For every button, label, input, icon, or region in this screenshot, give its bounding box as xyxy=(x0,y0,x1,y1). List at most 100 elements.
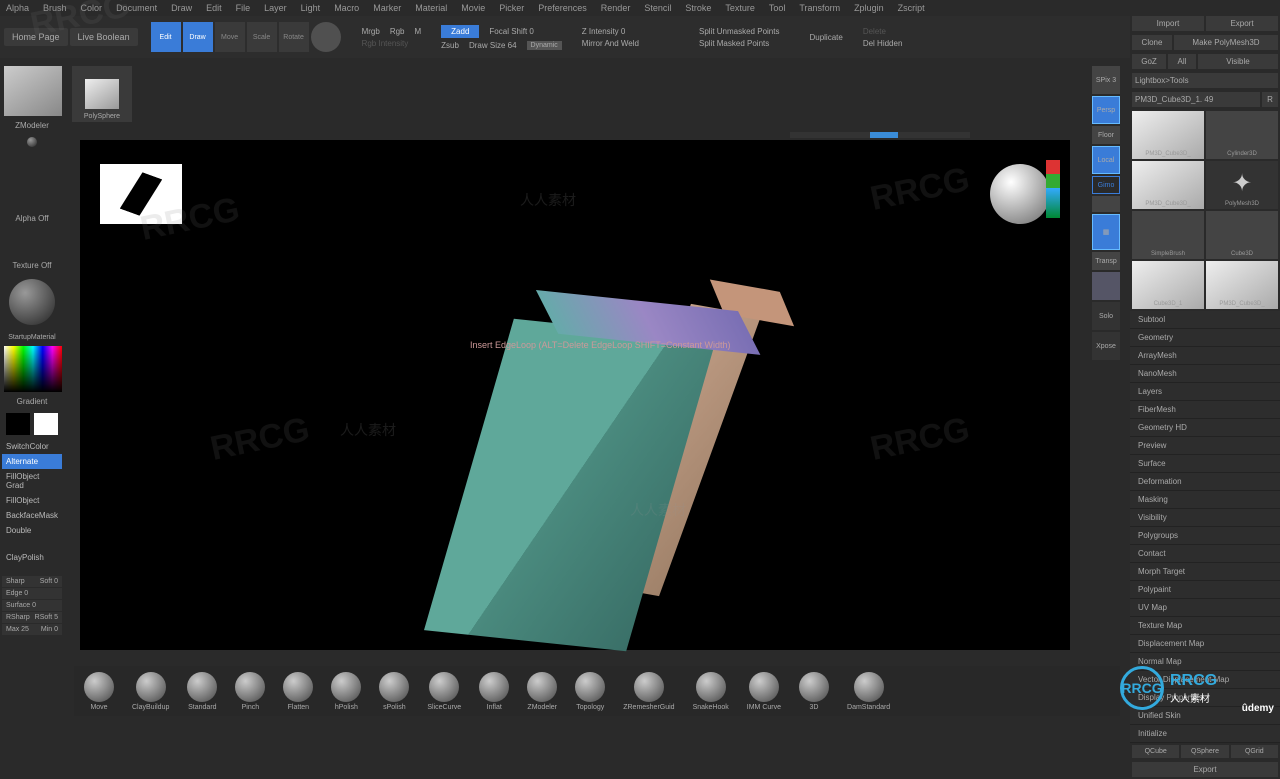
alternate-button[interactable]: Alternate xyxy=(2,454,62,469)
subtool-name[interactable]: PM3D_Cube3D_1. 49 xyxy=(1132,92,1260,107)
brush-topology[interactable]: Topology xyxy=(575,672,605,711)
swatch-black[interactable] xyxy=(6,413,30,435)
panel-subtool[interactable]: Subtool xyxy=(1130,311,1280,329)
home-page-button[interactable]: Home Page xyxy=(4,28,68,46)
floor-button[interactable]: Floor xyxy=(1092,126,1120,144)
left-slider[interactable]: Surface 0 xyxy=(2,600,62,611)
claypolish-button[interactable]: ClayPolish xyxy=(2,550,62,565)
left-slider[interactable]: Edge 0 xyxy=(2,588,62,599)
zadd-button[interactable]: Zadd xyxy=(441,25,479,38)
draw-mode-button[interactable]: Draw xyxy=(183,22,213,52)
qsphere-button[interactable]: QSphere xyxy=(1181,745,1228,758)
panel-polypaint[interactable]: Polypaint xyxy=(1130,581,1280,599)
left-slider[interactable]: Max 25Min 0 xyxy=(2,624,62,635)
menu-preferences[interactable]: Preferences xyxy=(538,3,587,13)
panel-surface[interactable]: Surface xyxy=(1130,455,1280,473)
canvas-slider[interactable] xyxy=(790,132,970,138)
brush-damstandard[interactable]: DamStandard xyxy=(847,672,890,711)
m-button[interactable]: M xyxy=(415,27,422,36)
tool-thumb[interactable]: PolyMesh3D xyxy=(1206,161,1278,209)
menu-document[interactable]: Document xyxy=(116,3,157,13)
texture-off-button[interactable]: Texture Off xyxy=(2,258,62,273)
r-button[interactable]: R xyxy=(1262,92,1278,107)
panel-preview[interactable]: Preview xyxy=(1130,437,1280,455)
menu-alpha[interactable]: Alpha xyxy=(6,3,29,13)
panel-fibermesh[interactable]: FiberMesh xyxy=(1130,401,1280,419)
panel-texture-map[interactable]: Texture Map xyxy=(1130,617,1280,635)
scale-mode-button[interactable]: Scale xyxy=(247,22,277,52)
axes-gizmo[interactable] xyxy=(1046,160,1060,220)
menu-movie[interactable]: Movie xyxy=(461,3,485,13)
tool-thumb[interactable]: Cube3D_1 xyxy=(1132,261,1204,309)
panel-initialize[interactable]: Initialize xyxy=(1130,725,1280,743)
transp-button[interactable]: Transp xyxy=(1092,252,1120,270)
rotate-mode-button[interactable]: Rotate xyxy=(279,22,309,52)
brush-claybuildup[interactable]: ClayBuildup xyxy=(132,672,169,711)
import-button[interactable]: Import xyxy=(1132,16,1204,31)
local-button[interactable]: Local xyxy=(1092,146,1120,174)
qgrid-button[interactable]: QGrid xyxy=(1231,745,1278,758)
export2-button[interactable]: Export xyxy=(1132,762,1278,777)
view-sphere[interactable] xyxy=(990,164,1050,224)
brush-inflat[interactable]: Inflat xyxy=(479,672,509,711)
viewport[interactable]: Insert EdgeLoop (ALT=Delete EdgeLoop SHI… xyxy=(80,140,1070,650)
tool-thumb[interactable]: Cylinder3D xyxy=(1206,111,1278,159)
gradient-label[interactable]: Gradient xyxy=(2,394,62,409)
focal-shift-slider[interactable]: Focal Shift 0 xyxy=(489,27,533,36)
menu-zplugin[interactable]: Zplugin xyxy=(854,3,884,13)
menu-color[interactable]: Color xyxy=(81,3,103,13)
tool-thumb[interactable]: PM3D_Cube3D_ xyxy=(1132,111,1204,159)
ghost-button[interactable] xyxy=(1092,272,1120,300)
rgb-button[interactable]: Rgb xyxy=(390,27,405,36)
panel-visibility[interactable]: Visibility xyxy=(1130,509,1280,527)
polysphere-thumb[interactable]: PolySphere xyxy=(72,66,132,122)
menu-stroke[interactable]: Stroke xyxy=(685,3,711,13)
zsub-button[interactable]: Zsub xyxy=(441,41,459,50)
menu-brush[interactable]: Brush xyxy=(43,3,67,13)
menu-file[interactable]: File xyxy=(236,3,251,13)
brush-spolish[interactable]: sPolish xyxy=(379,672,409,711)
material-sphere[interactable] xyxy=(9,279,55,325)
tool-thumb[interactable]: PM3D_Cube3D_ xyxy=(1206,261,1278,309)
qcube-button[interactable]: QCube xyxy=(1132,745,1179,758)
brush-move[interactable]: Move xyxy=(84,672,114,711)
tool-thumb[interactable]: SimpleBrush xyxy=(1132,211,1204,259)
menu-texture[interactable]: Texture xyxy=(725,3,755,13)
menu-marker[interactable]: Marker xyxy=(373,3,401,13)
delete-button[interactable]: Delete xyxy=(863,27,886,36)
menu-zscript[interactable]: Zscript xyxy=(898,3,925,13)
panel-polygroups[interactable]: Polygroups xyxy=(1130,527,1280,545)
make-polymesh-button[interactable]: Make PolyMesh3D xyxy=(1174,35,1278,50)
tool-thumb[interactable]: PM3D_Cube3D_ xyxy=(1132,161,1204,209)
brush-zmodeler[interactable]: ZModeler xyxy=(527,672,557,711)
clone-button[interactable]: Clone xyxy=(1132,35,1172,50)
active-tool-thumb[interactable] xyxy=(4,66,62,116)
brush-3d[interactable]: 3D xyxy=(799,672,829,711)
split-unmasked-button[interactable]: Split Unmasked Points xyxy=(699,27,779,36)
panel-geometry-hd[interactable]: Geometry HD xyxy=(1130,419,1280,437)
move-mode-button[interactable]: Move xyxy=(215,22,245,52)
menu-transform[interactable]: Transform xyxy=(799,3,840,13)
menu-edit[interactable]: Edit xyxy=(206,3,222,13)
menu-stencil[interactable]: Stencil xyxy=(644,3,671,13)
menu-layer[interactable]: Layer xyxy=(264,3,287,13)
brush-snakehook[interactable]: SnakeHook xyxy=(693,672,729,711)
brush-imm curve[interactable]: IMM Curve xyxy=(747,672,781,711)
fill-object-grad-button[interactable]: FillObject Grad xyxy=(2,469,62,493)
draw-size-slider[interactable]: Draw Size 64 xyxy=(469,41,517,50)
panel-arraymesh[interactable]: ArrayMesh xyxy=(1130,347,1280,365)
brush-standard[interactable]: Standard xyxy=(187,672,217,711)
goz-all-button[interactable]: All xyxy=(1168,54,1196,69)
panel-masking[interactable]: Masking xyxy=(1130,491,1280,509)
panel-uv-map[interactable]: UV Map xyxy=(1130,599,1280,617)
left-slider[interactable]: SharpSoft 0 xyxy=(2,576,62,587)
brush-slicecurve[interactable]: SliceCurve xyxy=(427,672,461,711)
z-intensity-slider[interactable]: Z Intensity 0 xyxy=(582,27,626,36)
brush-preview[interactable] xyxy=(311,22,341,52)
grid-button[interactable]: ▦ xyxy=(1092,214,1120,250)
mirror-weld-button[interactable]: Mirror And Weld xyxy=(582,39,639,48)
color-picker[interactable] xyxy=(4,346,62,392)
swatch-white[interactable] xyxy=(34,413,58,435)
panel-geometry[interactable]: Geometry xyxy=(1130,329,1280,347)
menu-render[interactable]: Render xyxy=(601,3,631,13)
